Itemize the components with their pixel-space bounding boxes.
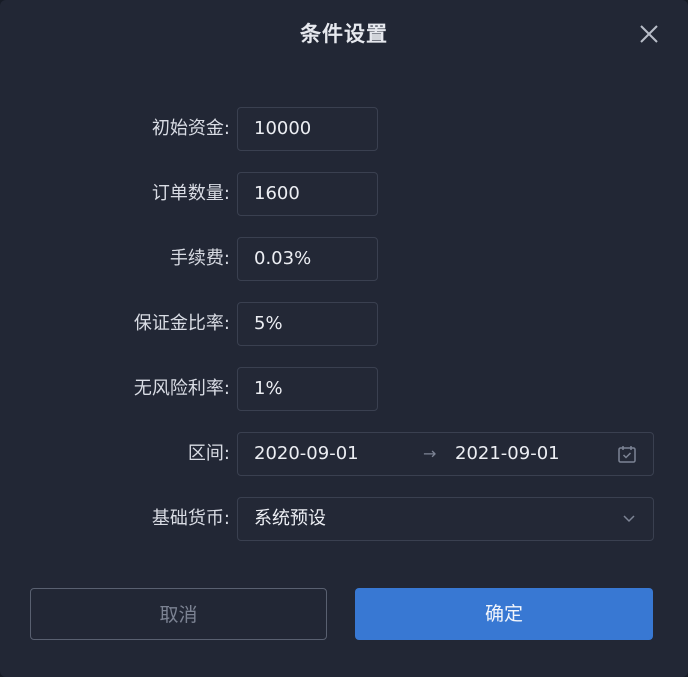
- chevron-down-icon: [623, 515, 635, 523]
- initial-capital-label: 初始资金:: [151, 118, 230, 139]
- dialog-title: 条件设置: [300, 22, 388, 46]
- date-range-picker[interactable]: 2020-09-01 → 2021-09-01: [237, 432, 654, 476]
- cancel-button[interactable]: 取消: [30, 588, 327, 640]
- fee-input[interactable]: [237, 237, 378, 281]
- risk-free-rate-label: 无风险利率:: [133, 378, 230, 399]
- range-start-date[interactable]: 2020-09-01: [254, 433, 359, 475]
- close-icon[interactable]: [636, 21, 662, 47]
- initial-capital-input[interactable]: [237, 107, 378, 151]
- order-quantity-label: 订单数量:: [151, 183, 230, 204]
- margin-ratio-input[interactable]: [237, 302, 378, 346]
- base-currency-value: 系统预设: [254, 508, 326, 529]
- risk-free-rate-input[interactable]: [237, 367, 378, 411]
- range-separator-arrow: →: [423, 444, 437, 463]
- calendar-icon[interactable]: [617, 444, 637, 464]
- fee-label: 手续费:: [169, 248, 230, 269]
- interval-label: 区间:: [187, 443, 230, 464]
- confirm-button[interactable]: 确定: [355, 588, 653, 640]
- order-quantity-input[interactable]: [237, 172, 378, 216]
- margin-ratio-label: 保证金比率:: [133, 313, 230, 334]
- condition-settings-dialog: 条件设置 初始资金: 订单数量: 手续费: 保证金比率: 无风险利率: 区间: …: [0, 0, 688, 677]
- base-currency-select[interactable]: 系统预设: [237, 497, 654, 541]
- range-end-date[interactable]: 2021-09-01: [455, 433, 560, 475]
- base-currency-label: 基础货币:: [151, 508, 230, 529]
